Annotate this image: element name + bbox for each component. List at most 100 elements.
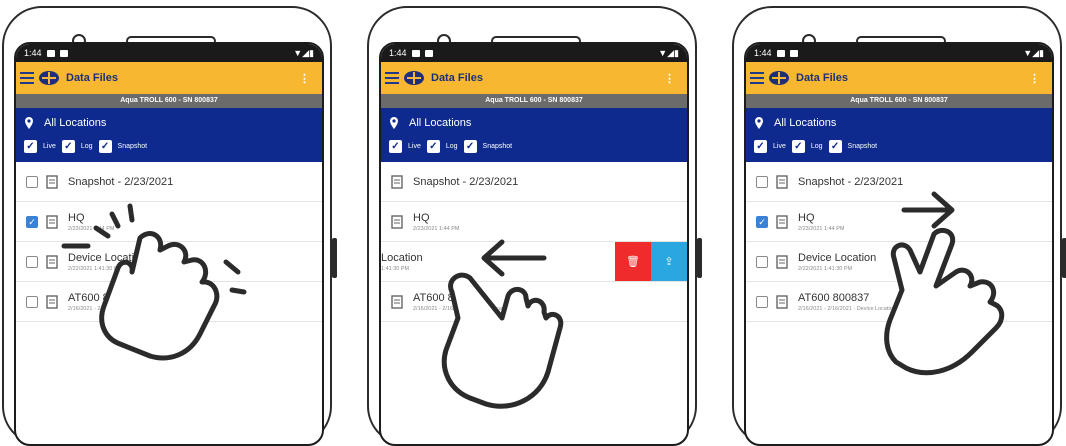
snapshot-checkbox[interactable]: ✓: [828, 140, 842, 153]
row-checkbox[interactable]: [756, 175, 768, 188]
list-item[interactable]: AT600 800837 2/16/2021 - 2/16/2021 · Devi…: [746, 282, 1052, 322]
phone-frame-3: 1:44 ▼◢▮ Data Files ⋮ Aqua TROLL 600 - S…: [732, 6, 1066, 446]
more-options-icon[interactable]: ⋮: [664, 72, 675, 85]
row-checkbox[interactable]: [26, 255, 38, 268]
location-selector[interactable]: All Locations: [409, 117, 471, 129]
screen: 1:44 ▼◢▮ Data Files ⋮ Aqua TROLL 600 - S…: [14, 42, 324, 446]
live-checkbox[interactable]: ✓: [389, 140, 402, 153]
more-options-icon[interactable]: ⋮: [299, 72, 310, 85]
notification-icon: [776, 49, 785, 57]
live-label: Live: [773, 143, 786, 150]
file-name: Snapshot - 2/23/2021: [68, 175, 174, 188]
menu-icon[interactable]: [20, 72, 34, 84]
clock: 1:44: [754, 48, 772, 58]
list-item[interactable]: Device Location 2/22/2021 1:41:30 PM: [746, 242, 1052, 282]
list-item[interactable]: AT600 800837 2/16/2021 - 2/16/2021 · Devi…: [381, 282, 687, 322]
list-item[interactable]: HQ 2/23/2021 1:44 PM: [381, 202, 687, 242]
filter-panel: All Locations ✓ Live ✓ Log ✓ Snapshot: [16, 108, 322, 162]
file-name: Snapshot - 2/23/2021: [413, 175, 519, 188]
file-list: Snapshot - 2/23/2021 ✓ HQ 2/23/2021 1:44 P…: [746, 162, 1052, 322]
notification-icon: [411, 49, 420, 57]
log-checkbox[interactable]: ✓: [426, 140, 440, 153]
device-label: Aqua TROLL 600 - SN 800837: [16, 94, 322, 108]
phone-frame-1: 1:44 ▼◢▮ Data Files ⋮ Aqua TROLL 600 - S…: [2, 6, 337, 446]
file-date: 2/22/2021 1:41:30 PM: [68, 265, 123, 272]
file-name: Device Location: [68, 251, 147, 264]
file-icon: [776, 174, 788, 189]
file-name: HQ: [798, 211, 815, 224]
live-label: Live: [43, 143, 56, 150]
app-toolbar: Data Files ⋮: [746, 62, 1052, 94]
file-icon: [391, 174, 403, 189]
list-item[interactable]: Snapshot - 2/23/2021: [16, 162, 322, 202]
location-pin-icon: [390, 117, 398, 129]
row-checkbox[interactable]: [756, 255, 768, 268]
status-bar: 1:44 ▼◢▮: [16, 44, 322, 62]
location-pin-icon: [25, 117, 33, 129]
log-checkbox[interactable]: ✓: [791, 140, 805, 153]
location-pin-icon: [755, 117, 763, 129]
file-icon: [391, 214, 403, 229]
snapshot-checkbox[interactable]: ✓: [463, 140, 477, 153]
location-selector[interactable]: All Locations: [774, 117, 836, 129]
log-label: Log: [445, 143, 458, 150]
row-checkbox[interactable]: [26, 295, 38, 308]
row-checkbox[interactable]: ✓: [756, 215, 768, 228]
list-item[interactable]: Snapshot - 2/23/2021: [746, 162, 1052, 202]
list-item[interactable]: ✓ HQ 2/23/2021 1:44 PM: [746, 202, 1052, 242]
logo-icon: [39, 71, 59, 85]
logo-icon: [404, 71, 424, 85]
notification-icon: [46, 49, 55, 57]
swipe-actions: 🗑 ⇪: [615, 242, 687, 281]
snapshot-checkbox[interactable]: ✓: [98, 140, 112, 153]
file-date: 1:41:30 PM: [381, 265, 410, 272]
file-date: 2/22/2021 1:41:30 PM: [798, 265, 853, 272]
file-date: 2/23/2021 1:44 PM: [413, 225, 460, 232]
clock: 1:44: [24, 48, 42, 58]
list-item-swiped[interactable]: Location 1:41:30 PM 🗑 ⇪: [381, 242, 687, 282]
live-label: Live: [408, 143, 421, 150]
list-item[interactable]: Device Location 2/22/2021 1:41:30 PM: [16, 242, 322, 282]
menu-icon[interactable]: [385, 72, 399, 84]
list-item[interactable]: AT600 800837 2/16/2021 - 2/16/2021 · Devi…: [16, 282, 322, 322]
snapshot-label: Snapshot: [482, 143, 513, 150]
live-checkbox[interactable]: ✓: [24, 140, 37, 153]
delete-button[interactable]: 🗑: [615, 242, 651, 281]
device-label: Aqua TROLL 600 - SN 800837: [381, 94, 687, 108]
notification-icon: [424, 49, 433, 57]
phone-frame-2: 1:44 ▼◢▮ Data Files ⋮ Aqua TROLL 600 - S…: [367, 6, 702, 446]
log-label: Log: [80, 143, 93, 150]
file-date: 2/23/2021 1:44 PM: [68, 225, 115, 232]
location-selector[interactable]: All Locations: [44, 117, 106, 129]
file-name: Device Location: [798, 251, 877, 264]
log-checkbox[interactable]: ✓: [61, 140, 75, 153]
file-icon: [46, 214, 58, 229]
signal-icon: ▼◢▮: [293, 47, 314, 58]
file-name: AT600 800837: [798, 291, 870, 304]
menu-icon[interactable]: [750, 72, 764, 84]
snapshot-label: Snapshot: [117, 143, 148, 150]
live-checkbox[interactable]: ✓: [754, 140, 767, 153]
app-toolbar: Data Files ⋮: [16, 62, 322, 94]
row-checkbox[interactable]: ✓: [26, 215, 38, 228]
notification-icon: [789, 49, 798, 57]
file-icon: [776, 254, 788, 269]
device-label: Aqua TROLL 600 - SN 800837: [746, 94, 1052, 108]
file-date: 2/16/2021 - 2/16/2021 · Device Location: [798, 305, 896, 312]
list-item[interactable]: ✓ HQ 2/23/2021 1:44 PM: [16, 202, 322, 242]
share-button[interactable]: ⇪: [651, 242, 687, 281]
side-button: [697, 238, 702, 278]
share-icon: ⇪: [664, 256, 674, 268]
status-bar: 1:44 ▼◢▮: [746, 44, 1052, 62]
signal-icon: ▼◢▮: [1023, 47, 1044, 58]
row-checkbox[interactable]: [26, 175, 38, 188]
list-item[interactable]: Snapshot - 2/23/2021: [381, 162, 687, 202]
filter-panel: All Locations ✓ Live ✓ Log ✓ Snapshot: [381, 108, 687, 162]
page-title: Data Files: [66, 72, 118, 84]
screen: 1:44 ▼◢▮ Data Files ⋮ Aqua TROLL 600 - S…: [379, 42, 689, 446]
row-checkbox[interactable]: [756, 295, 768, 308]
file-icon: [46, 174, 58, 189]
file-name: AT600 800837: [68, 291, 140, 304]
file-icon: [776, 294, 788, 309]
more-options-icon[interactable]: ⋮: [1029, 72, 1040, 85]
